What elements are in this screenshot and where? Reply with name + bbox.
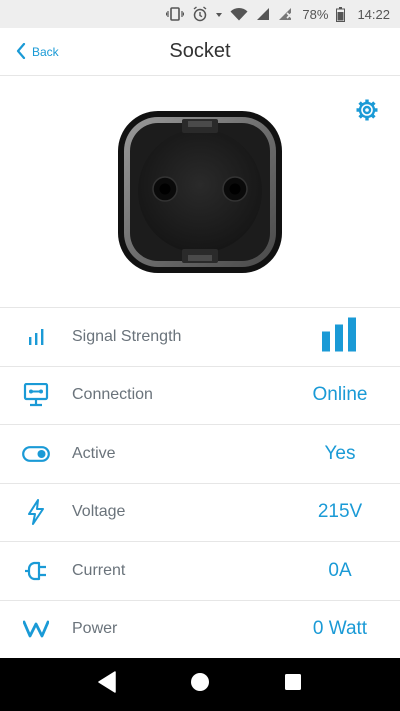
watt-icon	[22, 615, 50, 643]
row-connection: Connection Online	[0, 366, 400, 425]
connection-value: Online	[312, 384, 368, 406]
current-value: 0A	[328, 559, 352, 581]
signal-icon	[22, 323, 50, 351]
active-value: Yes	[324, 442, 356, 464]
active-label: Active	[72, 444, 116, 462]
app-header: Back Socket	[0, 28, 400, 76]
nav-home-button[interactable]	[180, 665, 220, 705]
nav-back-button[interactable]	[87, 665, 127, 705]
connection-label: Connection	[72, 386, 153, 404]
connection-icon	[22, 381, 50, 409]
device-info-list: Signal Strength Connection Online Active…	[0, 308, 400, 659]
signal-bars-indicator	[322, 317, 358, 356]
toggle-icon	[22, 440, 50, 468]
square-recents-icon	[284, 673, 302, 696]
signal-strength-label: Signal Strength	[72, 327, 182, 345]
page-title: Socket	[169, 40, 231, 62]
voltage-label: Voltage	[72, 503, 126, 521]
plug-icon	[22, 557, 50, 585]
battery-percent: 78%	[302, 6, 329, 22]
cell-signal-no-data-icon	[278, 7, 294, 21]
status-bar: 78% 14:22	[0, 0, 400, 28]
cell-signal-icon	[256, 7, 270, 21]
socket-device-image	[116, 107, 284, 280]
gear-icon	[354, 99, 380, 127]
row-signal-strength: Signal Strength	[0, 308, 400, 367]
current-label: Current	[72, 561, 126, 579]
row-current: Current 0A	[0, 542, 400, 601]
power-label: Power	[72, 620, 118, 638]
settings-button[interactable]	[354, 97, 380, 123]
row-active: Active Yes	[0, 425, 400, 484]
data-arrow-icon	[216, 9, 223, 19]
clock: 14:22	[357, 6, 390, 22]
wifi-icon	[230, 7, 248, 21]
vibrate-icon	[166, 7, 185, 21]
circle-home-icon	[190, 672, 210, 697]
power-value: 0 Watt	[312, 618, 368, 640]
row-power: Power 0 Watt	[0, 600, 400, 659]
battery-icon	[336, 6, 346, 22]
nav-recents-button[interactable]	[273, 665, 313, 705]
lightning-icon	[22, 498, 50, 526]
triangle-back-icon	[97, 671, 117, 698]
voltage-value: 215V	[317, 501, 363, 523]
row-voltage: Voltage 215V	[0, 483, 400, 542]
system-nav-bar	[0, 658, 400, 711]
device-hero	[0, 77, 400, 308]
alarm-icon	[192, 6, 208, 22]
